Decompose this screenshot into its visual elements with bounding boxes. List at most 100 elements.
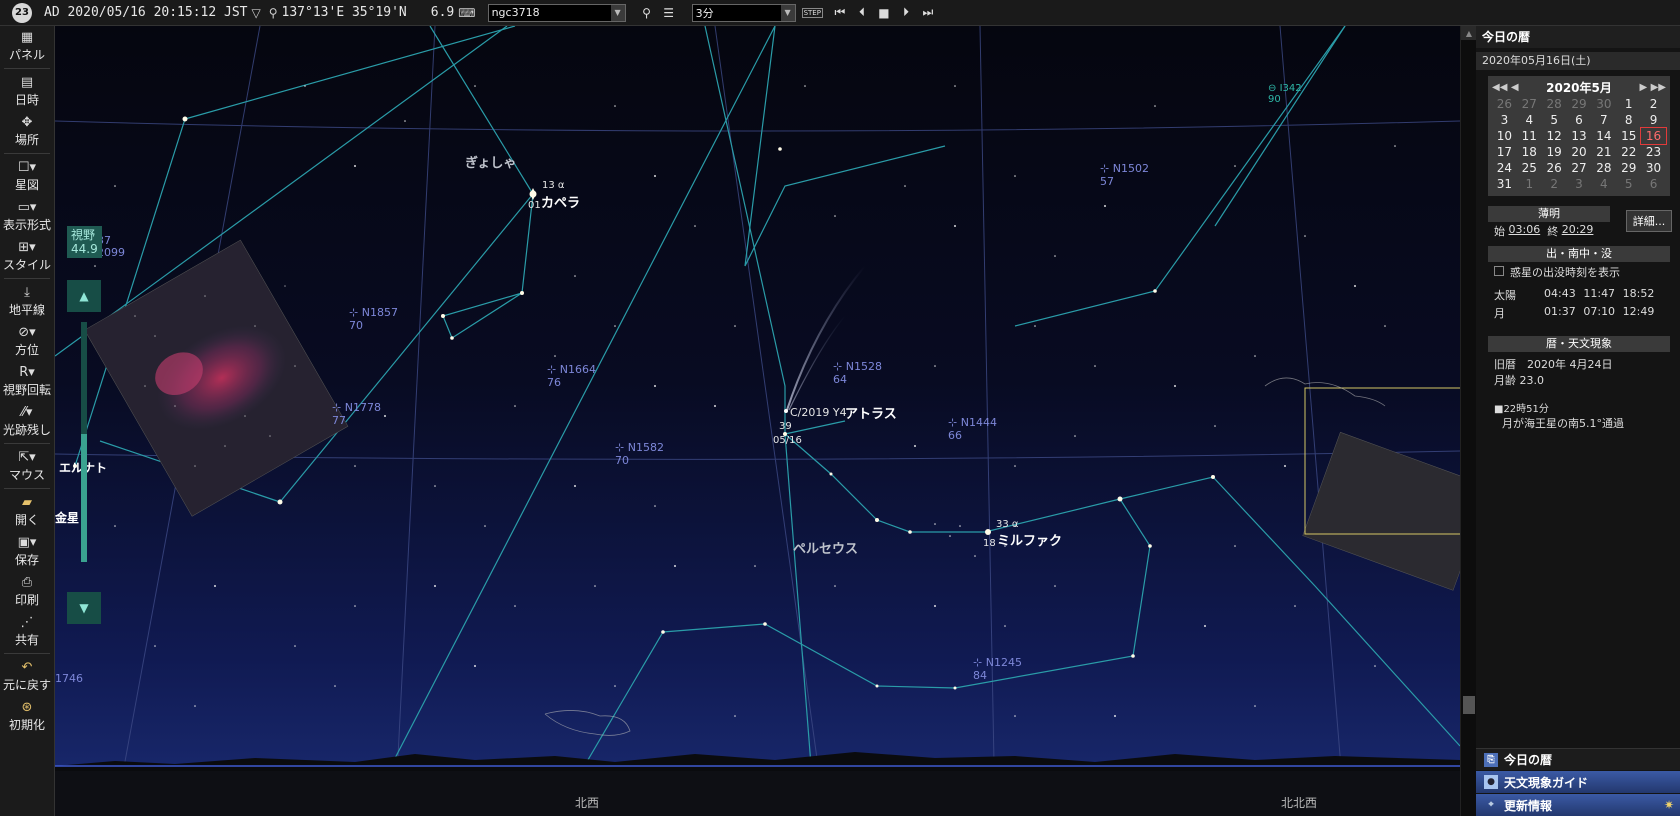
dso-label[interactable]: ⊹ N1664 76 [547, 363, 596, 389]
time-step-select[interactable]: 3分 ▼ [691, 3, 796, 22]
open-button[interactable]: ▰ 開く [0, 491, 54, 531]
calendar-day[interactable]: 27 [1567, 160, 1592, 176]
object-search-input[interactable]: ngc3718 ▼ [487, 3, 626, 22]
calendar-day[interactable]: 13 [1567, 128, 1592, 144]
fov-display[interactable]: 6.9 [431, 5, 454, 20]
skip-forward-icon[interactable]: ⏭ [917, 5, 939, 20]
skip-back-icon[interactable]: ⏮ [829, 5, 851, 20]
next-year-icon[interactable]: ▶ ▶▶ [1639, 82, 1666, 93]
mouse-button[interactable]: ⇱▾ マウス [0, 446, 54, 486]
calendar-day[interactable]: 16 [1640, 127, 1667, 145]
calendar-day[interactable]: 1 [1616, 96, 1641, 112]
calendar-day[interactable]: 3 [1492, 112, 1517, 128]
calendar-day[interactable]: 23 [1641, 144, 1666, 160]
rotate-view-button[interactable]: R▾ 視野回転 [0, 361, 54, 401]
list-icon[interactable]: ☰ [658, 6, 680, 20]
trail-button[interactable]: ⁄⁄▾ 光跡残し [0, 401, 54, 441]
dso-label[interactable]: ⊹ N1857 70 [349, 306, 398, 332]
step-badge[interactable]: STEP [801, 7, 823, 18]
save-button[interactable]: ▣▾ 保存 [0, 531, 54, 571]
calendar-day[interactable]: 7 [1591, 112, 1616, 128]
calendar-day[interactable]: 1 [1517, 176, 1542, 192]
zoom-slider[interactable] [81, 322, 87, 562]
mirfak-label[interactable]: ミルファク [997, 530, 1062, 549]
reset-button[interactable]: ⊛ 初期化 [0, 696, 54, 736]
calendar-day[interactable]: 21 [1591, 144, 1616, 160]
calendar-day[interactable]: 31 [1492, 176, 1517, 192]
panel-button[interactable]: ▦ パネル [0, 26, 54, 66]
style-button[interactable]: ⊞▾ スタイル [0, 236, 54, 276]
tab-astro-guide[interactable]: ● 天文現象ガイド [1476, 771, 1680, 793]
step-back-icon[interactable]: ⏴ [851, 5, 873, 20]
keyboard-icon[interactable]: ⌨ [458, 6, 475, 20]
calendar-day[interactable]: 30 [1591, 96, 1616, 112]
scroll-up-icon[interactable]: ▲ [1461, 26, 1477, 40]
calendar-day[interactable]: 4 [1591, 176, 1616, 192]
comet-label[interactable]: アトラス [845, 403, 897, 422]
planet-checkbox-row[interactable]: 惑星の出没時刻を表示 [1476, 262, 1680, 282]
dso-label[interactable]: ⊹ N1245 84 [973, 656, 1022, 682]
venus-label[interactable]: 金星 [55, 509, 79, 526]
checkbox[interactable] [1494, 266, 1504, 276]
calendar-day[interactable]: 26 [1542, 160, 1567, 176]
calendar-day[interactable]: 5 [1542, 112, 1567, 128]
calendar-day[interactable]: 18 [1517, 144, 1542, 160]
calendar-day[interactable]: 6 [1567, 112, 1592, 128]
twilight-end[interactable]: 20:29 [1562, 223, 1594, 239]
share-button[interactable]: ⋰ 共有 [0, 611, 54, 651]
dso-label[interactable]: ⊹ N1444 66 [948, 416, 997, 442]
calendar-day[interactable]: 2 [1542, 176, 1567, 192]
tab-today-almanac[interactable]: ⎘ 今日の暦 [1476, 748, 1680, 770]
datetime-button[interactable]: ▤ 日時 [0, 71, 54, 111]
calendar-day[interactable]: 24 [1492, 160, 1517, 176]
calendar-day[interactable]: 29 [1567, 96, 1592, 112]
dso-label[interactable]: ⊹ N1502 57 [1100, 162, 1149, 188]
display-format-button[interactable]: ▭▾ 表示形式 [0, 196, 54, 236]
chevron-down-icon[interactable]: ▼ [610, 4, 625, 21]
location-pin-icon[interactable]: ⚲ [269, 6, 278, 20]
capella-label[interactable]: カペラ [541, 192, 580, 211]
twilight-start[interactable]: 03:06 [1509, 223, 1541, 239]
fov-indicator[interactable]: 視野 44.9 [67, 226, 102, 258]
stop-icon[interactable]: ■ [873, 6, 895, 20]
undo-button[interactable]: ↶ 元に戻す [0, 656, 54, 696]
star-chart-button[interactable]: ☐▾ 星図 [0, 156, 54, 196]
sky-view[interactable]: ぎょしゃ ペルセウス 13 α 01 カペラ 33 α 18 ミルファク C/2… [55, 26, 1460, 816]
datetime-display[interactable]: AD 2020/05/16 20:15:12 JST [44, 5, 248, 20]
direction-button[interactable]: ⊘▾ 方位 [0, 321, 54, 361]
print-button[interactable]: ⎙ 印刷 [0, 571, 54, 611]
calendar-day[interactable]: 10 [1492, 128, 1517, 144]
zoom-in-button[interactable]: ▲ [67, 280, 101, 312]
constellation-auriga-label[interactable]: ぎょしゃ [465, 152, 516, 171]
calendar-day[interactable]: 5 [1616, 176, 1641, 192]
calendar-day[interactable]: 4 [1517, 112, 1542, 128]
calendar-day[interactable]: 11 [1517, 128, 1542, 144]
dso-label[interactable]: ⊹ N1582 70 [615, 441, 664, 467]
search-icon[interactable]: ⚲ [636, 6, 658, 20]
zoom-out-button[interactable]: ▼ [67, 592, 101, 624]
calendar-day[interactable]: 12 [1542, 128, 1567, 144]
calendar-day[interactable]: 2 [1641, 96, 1666, 112]
calendar-day[interactable]: 25 [1517, 160, 1542, 176]
app-logo[interactable]: 23 [12, 2, 32, 23]
calendar-day[interactable]: 17 [1492, 144, 1517, 160]
edge-dso-label[interactable]: 1746 [55, 672, 83, 685]
detail-button[interactable]: 詳細... [1626, 210, 1672, 232]
play-icon[interactable]: ⏵ [895, 5, 917, 20]
calendar-day[interactable]: 19 [1542, 144, 1567, 160]
horizon-button[interactable]: ⤓ 地平線 [0, 281, 54, 321]
vertical-scrollbar[interactable]: ▲ [1460, 26, 1477, 816]
calendar-day[interactable]: 8 [1616, 112, 1641, 128]
dso-label[interactable]: ⊹ N1778 77 [332, 401, 381, 427]
calendar-day[interactable]: 27 [1517, 96, 1542, 112]
calendar-day[interactable]: 9 [1641, 112, 1666, 128]
calendar-day[interactable]: 26 [1492, 96, 1517, 112]
chevron-down-icon[interactable]: ▼ [780, 4, 795, 21]
calendar-day[interactable]: 14 [1591, 128, 1616, 144]
tab-updates[interactable]: ⌖ 更新情報 ✷ [1476, 794, 1680, 816]
calendar-day[interactable]: 20 [1567, 144, 1592, 160]
location-button[interactable]: ✥ 場所 [0, 111, 54, 151]
calendar-day[interactable]: 15 [1616, 128, 1641, 144]
timezone-dropdown-icon[interactable]: ▽ [252, 6, 261, 20]
scroll-thumb[interactable] [1463, 696, 1475, 714]
